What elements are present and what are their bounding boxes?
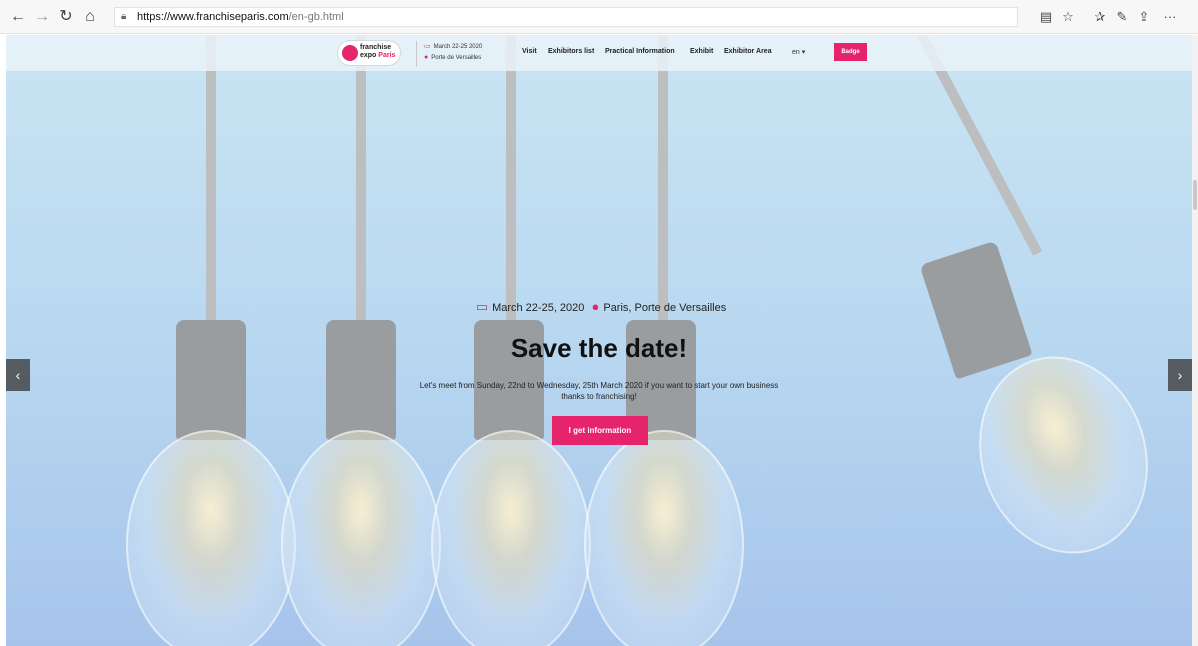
nav-exhibit[interactable]: Exhibit xyxy=(690,48,713,55)
url-host: https://www.franchiseparis.com xyxy=(137,11,289,23)
hero-description: Let's meet from Sunday, 22nd to Wednesda… xyxy=(419,381,779,401)
hero-date: March 22-25, 2020 xyxy=(492,302,585,314)
header-venue: ● Porte de Versailles xyxy=(424,54,481,61)
hero-location: Paris, Porte de Versailles xyxy=(603,302,727,314)
site-header: franchise expo Paris ▭ March 22-25 2020 ●… xyxy=(6,35,1192,71)
home-icon[interactable]: ⌂ xyxy=(80,7,100,27)
hero-title: Save the date! xyxy=(510,333,688,363)
favorites-bar-icon[interactable]: ✰ xyxy=(1090,7,1110,27)
map-pin-icon: ● xyxy=(424,54,429,61)
language-selector[interactable]: en ▾ xyxy=(792,48,805,56)
map-pin-icon: ● xyxy=(591,299,600,314)
caret-down-icon: ▾ xyxy=(801,49,806,56)
logo-text: franchise expo Paris xyxy=(360,44,395,60)
logo-line2: expo xyxy=(360,52,377,59)
calendar-icon: ▭ xyxy=(424,43,431,50)
language-label: en xyxy=(792,49,800,56)
logo-paris: Paris xyxy=(378,52,396,59)
forward-icon[interactable]: → xyxy=(32,7,52,27)
franchise-expo-logo[interactable]: franchise expo Paris xyxy=(338,41,400,65)
nav-visit[interactable]: Visit xyxy=(522,48,537,55)
logo-mark-icon xyxy=(342,45,358,61)
chevron-right-icon: › xyxy=(1177,367,1183,383)
reading-view-icon[interactable]: ▤ xyxy=(1036,7,1056,27)
chevron-left-icon: ‹ xyxy=(15,367,21,383)
header-venue-text: Porte de Versailles xyxy=(431,55,482,61)
badge-button[interactable]: Badge xyxy=(834,43,867,61)
share-icon[interactable]: ⇪ xyxy=(1134,7,1154,27)
url-path: /en-gb.html xyxy=(288,11,344,23)
nav-exhibitor-area[interactable]: Exhibitor Area xyxy=(724,48,772,55)
page-scrollbar[interactable] xyxy=(1192,35,1198,646)
header-date: ▭ March 22-25 2020 xyxy=(424,42,482,50)
nav-exhibitors-list[interactable]: Exhibitors list xyxy=(548,48,594,55)
header-divider xyxy=(416,41,417,67)
get-information-button[interactable]: I get information xyxy=(552,416,648,445)
hero-event-info: ▭ March 22-25, 2020 ● Paris, Porte de Vers… xyxy=(6,299,1192,315)
calendar-icon: ▭ xyxy=(475,299,489,314)
more-icon[interactable]: ··· xyxy=(1160,7,1180,27)
carousel-prev-button[interactable]: ‹ xyxy=(6,359,30,391)
refresh-icon[interactable]: ↻ xyxy=(56,7,76,27)
header-date-text: March 22-25 2020 xyxy=(433,44,483,50)
back-icon[interactable]: ← xyxy=(8,7,28,27)
lock-icon: 🔒︎ xyxy=(121,11,127,22)
carousel-next-button[interactable]: › xyxy=(1168,359,1192,391)
browser-toolbar: ← → ↻ ⌂ 🔒︎ https://www.franchiseparis.co… xyxy=(0,0,1198,34)
web-page: franchise expo Paris ▭ March 22-25 2020 ●… xyxy=(6,35,1192,646)
scrollbar-thumb[interactable] xyxy=(1193,180,1197,210)
address-bar[interactable]: 🔒︎ https://www.franchiseparis.com/en-gb.… xyxy=(114,7,1018,27)
logo-line1: franchise xyxy=(360,44,392,51)
pen-icon[interactable]: ✎ xyxy=(1112,7,1132,27)
favorite-star-icon[interactable]: ☆ xyxy=(1058,7,1078,27)
nav-practical-information[interactable]: Practical Information xyxy=(605,48,675,55)
